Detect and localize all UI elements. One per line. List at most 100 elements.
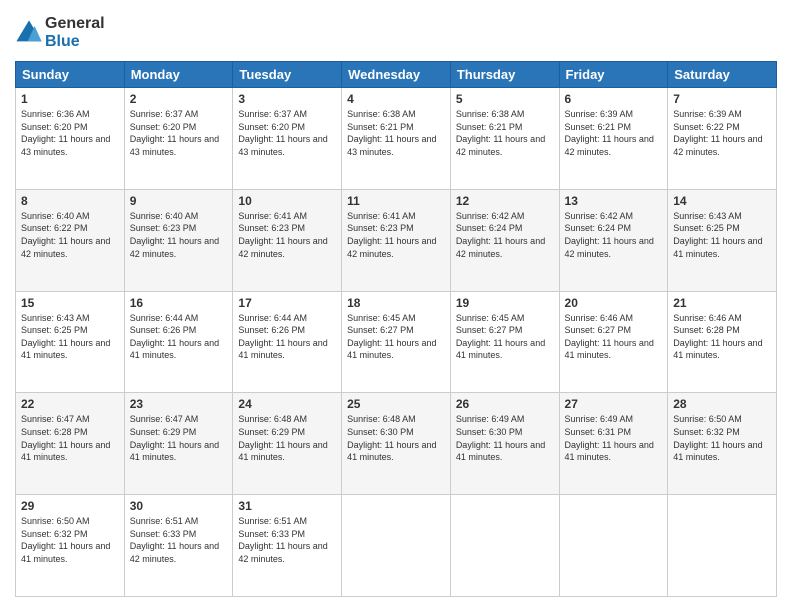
calendar-day-cell: 14Sunrise: 6:43 AMSunset: 6:25 PMDayligh… [668, 189, 777, 291]
page: General Blue SundayMondayTuesdayWednesda… [0, 0, 792, 612]
calendar-day-cell: 1 Sunrise: 6:36 AMSunset: 6:20 PMDaylight… [16, 88, 125, 190]
day-info: Sunrise: 6:51 AMSunset: 6:33 PMDaylight:… [238, 515, 336, 565]
day-info: Sunrise: 6:40 AMSunset: 6:23 PMDaylight:… [130, 210, 228, 260]
day-info: Sunrise: 6:49 AMSunset: 6:31 PMDaylight:… [565, 413, 663, 463]
calendar-day-cell: 9 Sunrise: 6:40 AMSunset: 6:23 PMDaylight… [124, 189, 233, 291]
day-number: 24 [238, 397, 336, 411]
day-number: 30 [130, 499, 228, 513]
day-number: 22 [21, 397, 119, 411]
day-info: Sunrise: 6:38 AMSunset: 6:21 PMDaylight:… [456, 108, 554, 158]
calendar-day-cell: 30 Sunrise: 6:51 AMSunset: 6:33 PMDayligh… [124, 495, 233, 597]
calendar-day-cell: 25 Sunrise: 6:48 AMSunset: 6:30 PMDayligh… [342, 393, 451, 495]
calendar-day-cell: 16 Sunrise: 6:44 AMSunset: 6:26 PMDayligh… [124, 291, 233, 393]
calendar-day-cell: 27 Sunrise: 6:49 AMSunset: 6:31 PMDayligh… [559, 393, 668, 495]
day-number: 16 [130, 296, 228, 310]
calendar-day-header: Friday [559, 62, 668, 88]
day-number: 19 [456, 296, 554, 310]
calendar-day-cell: 6 Sunrise: 6:39 AMSunset: 6:21 PMDaylight… [559, 88, 668, 190]
day-number: 11 [347, 194, 445, 208]
calendar-day-header: Saturday [668, 62, 777, 88]
day-number: 7 [673, 92, 771, 106]
calendar-day-cell: 3 Sunrise: 6:37 AMSunset: 6:20 PMDaylight… [233, 88, 342, 190]
day-info: Sunrise: 6:44 AMSunset: 6:26 PMDaylight:… [130, 312, 228, 362]
calendar-day-header: Sunday [16, 62, 125, 88]
day-info: Sunrise: 6:48 AMSunset: 6:29 PMDaylight:… [238, 413, 336, 463]
calendar-day-header: Monday [124, 62, 233, 88]
calendar-day-cell: 26 Sunrise: 6:49 AMSunset: 6:30 PMDayligh… [450, 393, 559, 495]
calendar-week-row: 22 Sunrise: 6:47 AMSunset: 6:28 PMDayligh… [16, 393, 777, 495]
calendar-week-row: 1 Sunrise: 6:36 AMSunset: 6:20 PMDaylight… [16, 88, 777, 190]
calendar-day-cell: 29 Sunrise: 6:50 AMSunset: 6:32 PMDayligh… [16, 495, 125, 597]
calendar-day-header: Wednesday [342, 62, 451, 88]
day-info: Sunrise: 6:39 AMSunset: 6:22 PMDaylight:… [673, 108, 771, 158]
day-info: Sunrise: 6:51 AMSunset: 6:33 PMDaylight:… [130, 515, 228, 565]
day-info: Sunrise: 6:50 AMSunset: 6:32 PMDaylight:… [21, 515, 119, 565]
calendar-day-cell: 13Sunrise: 6:42 AMSunset: 6:24 PMDayligh… [559, 189, 668, 291]
calendar-day-cell: 15 Sunrise: 6:43 AMSunset: 6:25 PMDayligh… [16, 291, 125, 393]
day-number: 5 [456, 92, 554, 106]
day-info: Sunrise: 6:37 AMSunset: 6:20 PMDaylight:… [238, 108, 336, 158]
calendar-day-header: Tuesday [233, 62, 342, 88]
calendar-week-row: 8Sunrise: 6:40 AMSunset: 6:22 PMDaylight… [16, 189, 777, 291]
day-number: 2 [130, 92, 228, 106]
day-info: Sunrise: 6:45 AMSunset: 6:27 PMDaylight:… [347, 312, 445, 362]
calendar-day-cell: 19 Sunrise: 6:45 AMSunset: 6:27 PMDayligh… [450, 291, 559, 393]
day-info: Sunrise: 6:47 AMSunset: 6:29 PMDaylight:… [130, 413, 228, 463]
calendar-week-row: 29 Sunrise: 6:50 AMSunset: 6:32 PMDayligh… [16, 495, 777, 597]
calendar-day-cell: 23 Sunrise: 6:47 AMSunset: 6:29 PMDayligh… [124, 393, 233, 495]
day-number: 15 [21, 296, 119, 310]
calendar-day-header: Thursday [450, 62, 559, 88]
calendar-day-cell: 24 Sunrise: 6:48 AMSunset: 6:29 PMDayligh… [233, 393, 342, 495]
day-number: 6 [565, 92, 663, 106]
day-info: Sunrise: 6:48 AMSunset: 6:30 PMDaylight:… [347, 413, 445, 463]
day-info: Sunrise: 6:46 AMSunset: 6:28 PMDaylight:… [673, 312, 771, 362]
day-info: Sunrise: 6:49 AMSunset: 6:30 PMDaylight:… [456, 413, 554, 463]
calendar-day-cell [342, 495, 451, 597]
calendar-day-cell: 21 Sunrise: 6:46 AMSunset: 6:28 PMDayligh… [668, 291, 777, 393]
calendar-day-cell [559, 495, 668, 597]
day-info: Sunrise: 6:43 AMSunset: 6:25 PMDaylight:… [21, 312, 119, 362]
day-number: 27 [565, 397, 663, 411]
logo-text: General Blue [45, 15, 105, 51]
calendar-day-cell: 2Sunrise: 6:37 AMSunset: 6:20 PMDaylight… [124, 88, 233, 190]
day-number: 3 [238, 92, 336, 106]
logo: General Blue [15, 15, 105, 51]
calendar-day-cell: 4Sunrise: 6:38 AMSunset: 6:21 PMDaylight… [342, 88, 451, 190]
day-info: Sunrise: 6:41 AMSunset: 6:23 PMDaylight:… [238, 210, 336, 260]
day-info: Sunrise: 6:50 AMSunset: 6:32 PMDaylight:… [673, 413, 771, 463]
calendar-day-cell [668, 495, 777, 597]
day-number: 23 [130, 397, 228, 411]
day-number: 10 [238, 194, 336, 208]
header: General Blue [15, 15, 777, 51]
calendar-day-cell: 18 Sunrise: 6:45 AMSunset: 6:27 PMDayligh… [342, 291, 451, 393]
calendar-header-row: SundayMondayTuesdayWednesdayThursdayFrid… [16, 62, 777, 88]
day-number: 28 [673, 397, 771, 411]
day-number: 12 [456, 194, 554, 208]
day-number: 21 [673, 296, 771, 310]
day-info: Sunrise: 6:47 AMSunset: 6:28 PMDaylight:… [21, 413, 119, 463]
day-number: 1 [21, 92, 119, 106]
day-number: 26 [456, 397, 554, 411]
day-number: 25 [347, 397, 445, 411]
calendar-day-cell: 5 Sunrise: 6:38 AMSunset: 6:21 PMDaylight… [450, 88, 559, 190]
calendar-week-row: 15 Sunrise: 6:43 AMSunset: 6:25 PMDayligh… [16, 291, 777, 393]
day-info: Sunrise: 6:36 AMSunset: 6:20 PMDaylight:… [21, 108, 119, 158]
day-info: Sunrise: 6:41 AMSunset: 6:23 PMDaylight:… [347, 210, 445, 260]
calendar-day-cell: 20Sunrise: 6:46 AMSunset: 6:27 PMDayligh… [559, 291, 668, 393]
calendar-day-cell: 22 Sunrise: 6:47 AMSunset: 6:28 PMDayligh… [16, 393, 125, 495]
calendar-day-cell: 7 Sunrise: 6:39 AMSunset: 6:22 PMDaylight… [668, 88, 777, 190]
day-number: 18 [347, 296, 445, 310]
day-number: 29 [21, 499, 119, 513]
day-info: Sunrise: 6:38 AMSunset: 6:21 PMDaylight:… [347, 108, 445, 158]
calendar-day-cell: 10 Sunrise: 6:41 AMSunset: 6:23 PMDayligh… [233, 189, 342, 291]
day-info: Sunrise: 6:42 AMSunset: 6:24 PMDaylight:… [565, 210, 663, 260]
calendar-day-cell: 17Sunrise: 6:44 AMSunset: 6:26 PMDayligh… [233, 291, 342, 393]
calendar-day-cell: 11 Sunrise: 6:41 AMSunset: 6:23 PMDayligh… [342, 189, 451, 291]
logo-icon [15, 19, 43, 47]
day-info: Sunrise: 6:40 AMSunset: 6:22 PMDaylight:… [21, 210, 119, 260]
day-number: 9 [130, 194, 228, 208]
calendar-day-cell: 12Sunrise: 6:42 AMSunset: 6:24 PMDayligh… [450, 189, 559, 291]
day-info: Sunrise: 6:39 AMSunset: 6:21 PMDaylight:… [565, 108, 663, 158]
calendar-day-cell [450, 495, 559, 597]
day-info: Sunrise: 6:45 AMSunset: 6:27 PMDaylight:… [456, 312, 554, 362]
